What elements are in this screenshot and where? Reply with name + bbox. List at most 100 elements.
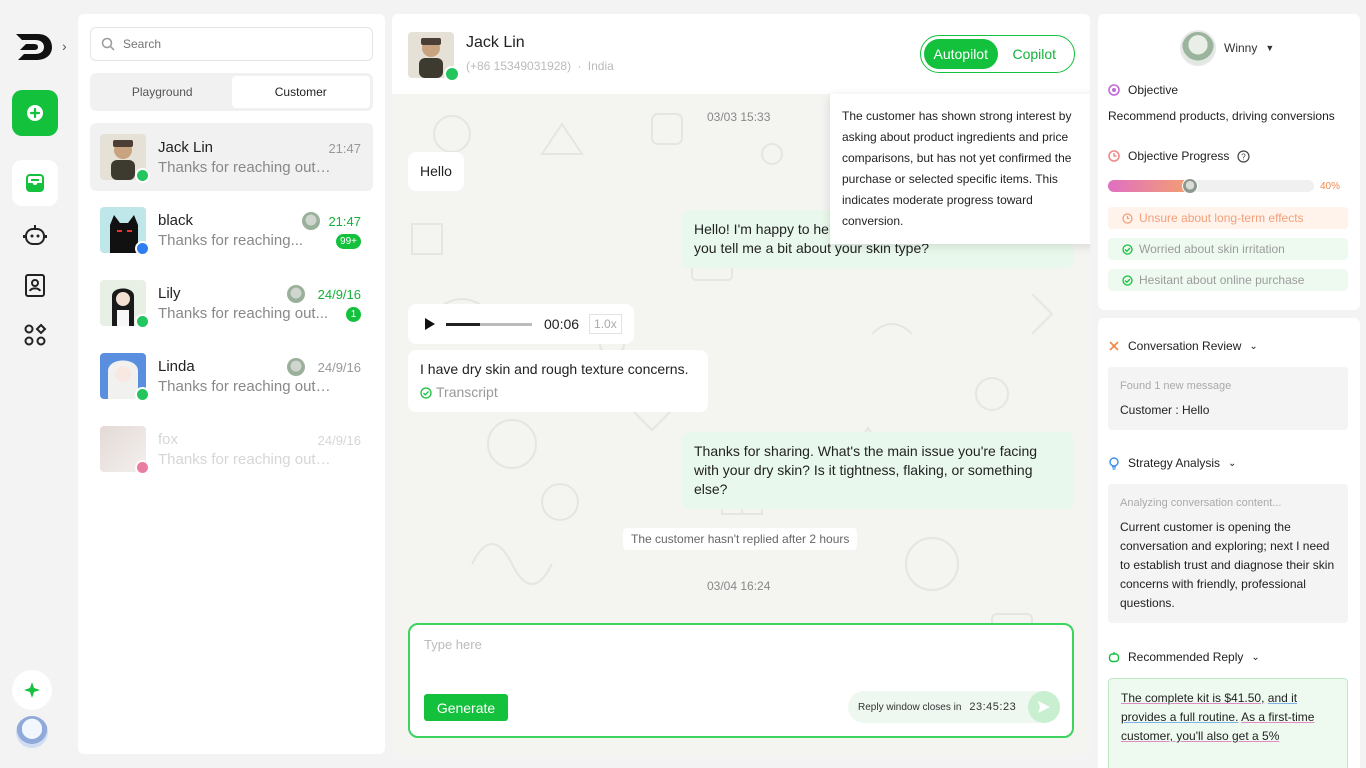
playback-speed-button[interactable]: 1.0x — [589, 314, 622, 334]
copilot-button[interactable]: Copilot — [998, 39, 1072, 69]
user-avatar[interactable] — [16, 716, 48, 748]
agent-avatar — [1180, 30, 1216, 66]
mode-toggle: Autopilot Copilot — [920, 35, 1075, 73]
search-icon — [101, 37, 115, 51]
recommended-reply-card[interactable]: The complete kit is $41.50, and it provi… — [1108, 678, 1348, 768]
date-stamp: 03/03 15:33 — [707, 110, 771, 124]
voice-progress-fill — [446, 322, 481, 326]
objective-header: Objective — [1108, 83, 1178, 97]
autopilot-button[interactable]: Autopilot — [924, 39, 998, 69]
conversation-item[interactable]: Linda Thanks for reaching out to.. 24/9/… — [90, 342, 373, 410]
message-text: I have dry skin and rough texture concer… — [420, 361, 689, 377]
search-input[interactable] — [123, 37, 353, 51]
lightbulb-icon — [1109, 456, 1119, 470]
voice-message: 00:06 1.0x — [408, 304, 634, 344]
conversation-item[interactable]: Jack Lin Thanks for reaching out to.. 21… — [90, 123, 373, 191]
generate-button[interactable]: Generate — [424, 694, 508, 721]
app-logo[interactable] — [14, 30, 54, 64]
progress-knob[interactable] — [1182, 178, 1199, 194]
voice-progress-track[interactable] — [446, 322, 532, 326]
play-icon[interactable] — [424, 317, 436, 331]
composer-input[interactable]: Type here — [424, 637, 482, 652]
target-icon — [1108, 84, 1120, 96]
progress-fill — [1108, 180, 1191, 192]
contact-name: black — [158, 212, 194, 229]
objective-progress-bar — [1108, 178, 1314, 194]
message-bubble-outgoing: Thanks for sharing. What's the main issu… — [682, 432, 1074, 509]
no-reply-notice: The customer hasn't replied after 2 hour… — [623, 528, 858, 550]
conversation-item[interactable]: fox Thanks for reaching out to.. 24/9/16 — [90, 415, 373, 483]
transcript-link[interactable]: Transcript — [420, 383, 696, 402]
message-bubble-incoming: I have dry skin and rough texture concer… — [408, 350, 708, 412]
whatsapp-icon — [135, 168, 150, 183]
review-status: Found 1 new message — [1120, 380, 1232, 392]
inbox-icon — [26, 174, 44, 192]
list-tabs: Playground Customer — [90, 73, 373, 111]
send-icon — [1038, 701, 1050, 713]
analysis-panel: Conversation Review ⌄ Found 1 new messag… — [1098, 318, 1360, 768]
contact-name: Linda — [158, 358, 195, 375]
strategy-status: Analyzing conversation content... — [1120, 497, 1282, 509]
search-box[interactable] — [90, 27, 373, 61]
contact-name: Jack Lin — [466, 34, 525, 51]
message-bubble-incoming: Hello — [408, 152, 464, 191]
contact-name: Lily — [158, 285, 181, 302]
review-header[interactable]: Conversation Review ⌄ — [1108, 339, 1258, 353]
sparkle-icon — [24, 682, 40, 698]
strategy-text: Current customer is opening the conversa… — [1120, 520, 1335, 610]
whatsapp-icon — [135, 314, 150, 329]
message-composer[interactable]: Type here Generate Reply window closes i… — [408, 623, 1074, 738]
message-preview: Thanks for reaching... — [158, 232, 304, 249]
agent-selector[interactable]: Winny ▼ — [1180, 30, 1274, 66]
review-title: Conversation Review — [1128, 339, 1242, 353]
conversation-item[interactable]: Lily Thanks for reaching out... 24/9/16 … — [90, 269, 373, 337]
message-area[interactable]: 03/03 15:33 Hello Hello! I'm happy to he… — [392, 94, 1090, 754]
expand-chevron-icon[interactable]: › — [62, 38, 67, 54]
inbox-nav-button[interactable] — [12, 160, 58, 206]
concern-chip[interactable]: Unsure about long-term effects — [1108, 207, 1348, 229]
message-time: 24/9/16 — [317, 287, 361, 302]
bot-icon[interactable] — [22, 222, 48, 248]
send-button[interactable] — [1028, 691, 1060, 723]
ai-sparkle-button[interactable] — [12, 670, 52, 710]
reco-segment: The complete kit is $41.50, — [1121, 691, 1265, 705]
message-preview: Thanks for reaching out... — [158, 305, 329, 322]
objective-panel: Winny ▼ Objective Recommend products, dr… — [1098, 14, 1360, 310]
transcript-label: Transcript — [436, 384, 498, 400]
apps-icon[interactable] — [22, 322, 48, 348]
chevron-down-icon: ⌄ — [1251, 651, 1260, 663]
concern-chip[interactable]: Hesitant about online purchase — [1108, 269, 1348, 291]
message-time: 21:47 — [328, 141, 361, 156]
progress-percent: 40% — [1320, 181, 1341, 192]
svg-text:?: ? — [1242, 152, 1247, 161]
objective-title: Objective — [1128, 83, 1179, 97]
clock-icon — [1122, 212, 1133, 224]
strategy-header[interactable]: Strategy Analysis ⌄ — [1108, 456, 1236, 470]
strategy-card: Analyzing conversation content... Curren… — [1108, 484, 1348, 623]
contacts-icon[interactable] — [22, 272, 48, 298]
conversation-item[interactable]: black Thanks for reaching... 21:47 99+ — [90, 196, 373, 264]
agent-name: Winny — [1224, 41, 1258, 55]
date-stamp: 03/04 16:24 — [707, 579, 771, 593]
progress-tooltip: The customer has shown strong interest b… — [830, 94, 1090, 244]
help-icon[interactable]: ? — [1237, 149, 1250, 163]
message-preview: Thanks for reaching out to.. — [158, 159, 333, 176]
message-time: 24/9/16 — [317, 360, 361, 375]
whatsapp-icon — [135, 387, 150, 402]
contact-country: India — [587, 59, 614, 73]
tab-playground[interactable]: Playground — [93, 76, 232, 108]
messenger-icon — [135, 241, 150, 256]
reco-title: Recommended Reply — [1128, 650, 1244, 664]
unread-count-badge: 99+ — [336, 234, 361, 249]
tab-customer[interactable]: Customer — [231, 76, 370, 108]
reco-header[interactable]: Recommended Reply ⌄ — [1108, 650, 1260, 664]
concern-chip[interactable]: Worried about skin irritation — [1108, 238, 1348, 260]
instagram-icon — [135, 460, 150, 475]
review-card: Found 1 new message Customer : Hello — [1108, 367, 1348, 430]
reply-window-label: Reply window closes in — [858, 701, 962, 713]
concern-label: Worried about skin irritation — [1139, 242, 1285, 256]
new-chat-button[interactable] — [12, 90, 58, 136]
check-circle-icon — [1122, 274, 1133, 286]
voice-duration: 00:06 — [544, 316, 580, 332]
message-time: 24/9/16 — [317, 433, 361, 448]
